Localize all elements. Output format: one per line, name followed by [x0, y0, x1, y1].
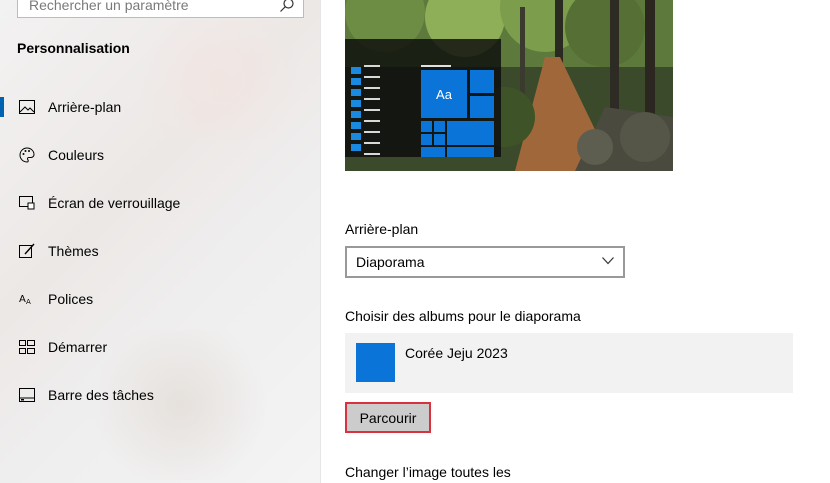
section-title: Personnalisation — [17, 40, 130, 56]
album-thumbnail — [356, 343, 395, 382]
app-list-icons — [351, 67, 361, 155]
sidebar-item-label: Arrière-plan — [48, 99, 122, 115]
svg-text:A: A — [26, 298, 31, 306]
preview-tile — [447, 147, 494, 157]
preview-tile — [421, 134, 432, 145]
sidebar-item-label: Thèmes — [48, 243, 99, 259]
preview-tile — [434, 134, 445, 145]
sidebar-item-label: Barre des tâches — [48, 387, 154, 403]
preview-tile — [421, 121, 432, 132]
themes-icon — [18, 242, 36, 260]
tile-text: Aa — [436, 86, 452, 102]
change-interval-label: Changer l’image toutes les — [345, 464, 511, 480]
tiles-group-line — [421, 65, 451, 67]
picture-icon — [18, 98, 36, 116]
sidebar-item-fonts[interactable]: AA Polices — [0, 275, 320, 323]
search-icon[interactable] — [279, 0, 295, 13]
background-preview: Aa — [345, 0, 673, 171]
sidebar-item-colors[interactable]: Couleurs — [0, 131, 320, 179]
fonts-icon: AA — [18, 290, 36, 308]
sidebar-item-label: Écran de verrouillage — [48, 195, 181, 211]
preview-tile — [470, 96, 494, 118]
browse-button[interactable]: Parcourir — [345, 402, 431, 433]
sidebar-item-taskbar[interactable]: Barre des tâches — [0, 371, 320, 419]
sidebar-item-themes[interactable]: Thèmes — [0, 227, 320, 275]
start-menu-preview: Aa — [345, 39, 501, 157]
preview-tile — [434, 121, 445, 132]
chevron-down-icon — [602, 257, 614, 265]
start-icon — [18, 338, 36, 356]
sidebar: Personnalisation Arrière-plan Couleurs É… — [0, 0, 321, 483]
preview-tile-large: Aa — [421, 70, 467, 118]
preview-tile — [421, 147, 445, 157]
lock-screen-icon — [18, 194, 36, 212]
preview-tile — [470, 70, 494, 93]
album-item[interactable]: Corée Jeju 2023 — [345, 333, 793, 393]
background-type-dropdown[interactable]: Diaporama — [345, 246, 625, 278]
search-box[interactable] — [17, 0, 304, 18]
sidebar-item-lock-screen[interactable]: Écran de verrouillage — [0, 179, 320, 227]
dropdown-value: Diaporama — [356, 254, 425, 270]
taskbar-icon — [18, 386, 36, 404]
albums-label: Choisir des albums pour le diaporama — [345, 308, 581, 324]
sidebar-item-start[interactable]: Démarrer — [0, 323, 320, 371]
main-content: Aa Arrière-plan Diaporama Choisir des al… — [321, 0, 830, 483]
search-input[interactable] — [29, 0, 269, 13]
sidebar-item-label: Couleurs — [48, 147, 105, 163]
sidebar-item-background[interactable]: Arrière-plan — [0, 83, 320, 131]
palette-icon — [18, 146, 36, 164]
sidebar-nav: Arrière-plan Couleurs Écran de verrouill… — [0, 83, 320, 419]
background-label: Arrière-plan — [345, 221, 419, 237]
svg-text:A: A — [19, 294, 26, 305]
preview-tile — [447, 121, 494, 145]
sidebar-item-label: Démarrer — [48, 339, 108, 355]
album-name: Corée Jeju 2023 — [405, 345, 508, 361]
sidebar-item-label: Polices — [48, 291, 94, 307]
app-list-lines — [364, 65, 380, 164]
